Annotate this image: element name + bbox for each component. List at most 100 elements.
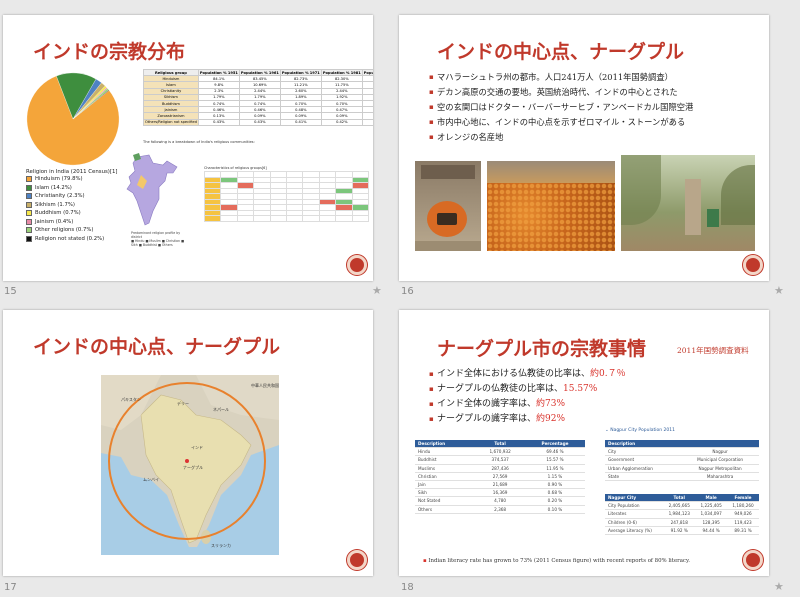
map-label: ネパール xyxy=(213,407,229,412)
star-icon[interactable]: ★ xyxy=(372,284,382,297)
bullet-item: 市内中心地に、インドの中心点を示すゼロマイル・ストーンがある xyxy=(429,115,693,130)
table-caption: The following is a breakdown of India's … xyxy=(143,140,255,144)
city-literacy-table: Nagpur City Total Male Female City Populatio… xyxy=(605,494,759,535)
table-row: City Nagpur xyxy=(605,447,759,457)
india-map: パキスタン ネパール デリー ナーグプル ムンバイ インド スリランカ 中華人民… xyxy=(101,375,279,555)
map-label: インド xyxy=(191,445,203,450)
india-religion-map xyxy=(126,153,178,226)
slide-subtitle: 2011年国勢調査資料 xyxy=(677,346,749,355)
slide-title: インドの中心点、ナーグプル xyxy=(437,41,685,63)
bullet-item: デカン高原の交通の要地。英国統治時代、インドの中心とされた xyxy=(429,85,693,100)
bullet-list: マハラーシュトラ州の都市。人口241万人（2011年国勢調査） デカン高原の交通… xyxy=(429,70,693,145)
slide-logo-badge xyxy=(743,255,763,275)
legend-swatch xyxy=(26,235,32,242)
religion-pie-chart xyxy=(26,72,120,166)
table-row: Literates 1,984,123 1,034,097 949,026 xyxy=(605,509,759,519)
population-title: ⌄ Nagpur City Population 2011 xyxy=(605,428,675,433)
slide-title: ナーグプル市の宗教事情 xyxy=(437,338,647,360)
table-row: Not Stated 4,780 0.20 % xyxy=(415,496,585,506)
bullet-item: マハラーシュトラ州の都市。人口241万人（2011年国勢調査） xyxy=(429,70,693,85)
slide-number-17: 17 xyxy=(4,582,17,593)
legend-label: Christianity (2.3%) xyxy=(35,193,85,200)
religion-characteristics-table xyxy=(203,171,370,222)
bullet-item: 空の玄関口はドクター・バーバーサーヒブ・アンベードカル国際空港 xyxy=(429,100,693,115)
bullet-item: ナーグプルの識字率は、約92% xyxy=(429,412,626,427)
legend-item: Islam (14.2%) xyxy=(26,184,118,193)
table-row: Muslims 287,436 11.95 % xyxy=(415,464,585,473)
map-legend: Predominant religion profile by district… xyxy=(131,231,184,247)
map-label: ナーグプル xyxy=(183,465,203,470)
slide-logo-badge xyxy=(347,255,367,275)
bullet-item: ナーグプルの仏教徒の比率は、15.57% xyxy=(429,382,626,397)
legend-swatch xyxy=(26,193,32,200)
legend-swatch xyxy=(26,201,32,208)
table-row: Average Literacy (%) 91.92 % 94.44 % 89.31 … xyxy=(605,526,759,535)
legend-swatch xyxy=(26,184,32,191)
legend-item: Jainism (0.4%) xyxy=(26,218,118,227)
table-row: Hindu 1,670,932 69.46 % xyxy=(415,447,585,457)
slide-thumbnail-18[interactable]: ナーグプル市の宗教事情 2011年国勢調査資料 インド全体における仏教徒の比率は… xyxy=(399,310,769,576)
slide-thumbnail-15[interactable]: インドの宗教分布 Religion in India (2011 Census)… xyxy=(3,15,373,281)
table-header-row: Description xyxy=(605,440,759,449)
legend-label: Jainism (0.4%) xyxy=(35,218,74,225)
table-row xyxy=(203,215,370,222)
slide-thumbnail-16[interactable]: インドの中心点、ナーグプル マハラーシュトラ州の都市。人口241万人（2011年… xyxy=(399,15,769,281)
map-label: 中華人民共和国 xyxy=(251,383,279,388)
bullet-item: オレンジの名産地 xyxy=(429,130,693,145)
orange-kiosk-photo xyxy=(415,161,481,251)
slide-number-15: 15 xyxy=(4,286,17,297)
table-row: Others 2,368 0.10 % xyxy=(415,505,585,514)
legend-item: Religion not stated (0.2%) xyxy=(26,235,118,244)
legend-item: Sikhism (1.7%) xyxy=(26,201,118,210)
slide-title: インドの宗教分布 xyxy=(33,41,186,63)
orange-market-photo xyxy=(487,161,615,251)
legend-label: Sikhism (1.7%) xyxy=(35,201,75,208)
map-label: パキスタン xyxy=(121,397,141,402)
table-row: Christian 27,569 1.15 % xyxy=(415,472,585,481)
map-label: デリー xyxy=(177,401,189,406)
religion-legend: Religion in India (2011 Census)[1] Hindu… xyxy=(26,169,118,243)
table-row: Urban Agglomeration Nagpur Metropolitan xyxy=(605,464,759,473)
religion-population-table: Description Total Percentage Hindu 1,670,932… xyxy=(415,440,585,514)
table-row: Buddhist 374,537 15.57 % xyxy=(415,455,585,465)
slide-title: インドの中心点、ナーグプル xyxy=(33,336,281,358)
legend-label: Islam (14.2%) xyxy=(35,184,72,191)
zero-mile-stone-photo xyxy=(621,155,755,251)
legend-label: Other religions (0.7%) xyxy=(35,227,94,234)
slide-logo-badge xyxy=(347,550,367,570)
bullet-list: インド全体における仏教徒の比率は、約0.７％ ナーグプルの仏教徒の比率は、15.… xyxy=(429,367,626,427)
legend-swatch xyxy=(26,210,32,217)
slide-logo-badge xyxy=(743,550,763,570)
legend-label: Buddhism (0.7%) xyxy=(35,210,81,217)
table-header-row: Description Total Percentage xyxy=(415,440,585,449)
religion-census-table: Religious group Population % 1951 Populati… xyxy=(143,68,373,126)
slide-number-18: 18 xyxy=(401,582,414,593)
legend-title: Religion in India (2011 Census)[1] xyxy=(26,169,118,175)
legend-item: Buddhism (0.7%) xyxy=(26,209,118,218)
table-row: Jain 21,689 0.90 % xyxy=(415,480,585,490)
table-row: State Maharashtra xyxy=(605,472,759,481)
legend-swatch xyxy=(26,218,32,225)
table-row: Sikh 16,369 0.68 % xyxy=(415,488,585,498)
char-table-title: Characteristics of religious groups[6] xyxy=(204,166,267,170)
legend-item: Christianity (2.3%) xyxy=(26,192,118,201)
city-info-table: Description City Nagpur Government Municipal… xyxy=(605,440,759,481)
star-icon[interactable]: ★ xyxy=(774,580,784,593)
star-icon[interactable]: ★ xyxy=(774,284,784,297)
legend-swatch xyxy=(26,227,32,234)
table-row: Others/Religion not specified 0.43% 0.43% 0… xyxy=(143,118,373,126)
slide-thumbnail-17[interactable]: インドの中心点、ナーグプル パキスタン ネパール デリー ナーグプル ムンバイ … xyxy=(3,310,373,576)
bullet-item: インド全体における仏教徒の比率は、約0.７％ xyxy=(429,367,626,382)
legend-item: Other religions (0.7%) xyxy=(26,226,118,235)
footnote: ▪ Indian literacy rate has grown to 73% … xyxy=(423,558,690,564)
map-label: ムンバイ xyxy=(143,477,159,482)
table-row: Children (0-6) 247,818 128,395 119,423 xyxy=(605,518,759,527)
table-row: City Population 2,405,665 1,225,405 1,180,2… xyxy=(605,501,759,511)
legend-swatch xyxy=(26,176,32,183)
legend-item: Hinduism (79.8%) xyxy=(26,175,118,184)
table-header-row: Nagpur City Total Male Female xyxy=(605,494,759,503)
legend-label: Hinduism (79.8%) xyxy=(35,176,83,183)
bullet-item: インド全体の識字率は、約73% xyxy=(429,397,626,412)
slide-sorter-grid: インドの宗教分布 Religion in India (2011 Census)… xyxy=(0,0,800,597)
slide-number-16: 16 xyxy=(401,286,414,297)
